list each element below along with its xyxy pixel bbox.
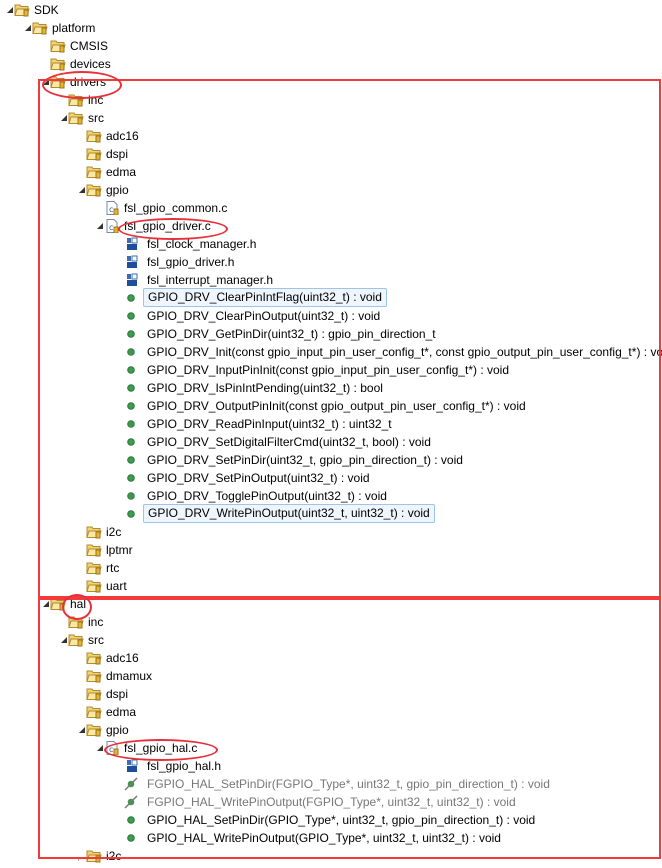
folder-icon (50, 39, 66, 53)
tree-item-label: SDK (34, 3, 59, 17)
tree-item[interactable]: CMSIS (0, 37, 662, 55)
tree-item-label: CMSIS (70, 39, 109, 53)
annotation-oval-hal (62, 594, 92, 620)
annotation-box-hal (38, 598, 661, 859)
tree-item[interactable]: devices (0, 55, 662, 73)
folder-icon (50, 57, 66, 71)
annotation-box-drivers (38, 79, 661, 598)
folder-icon (32, 21, 48, 35)
annotation-oval-fsl-gpio-driver (118, 218, 228, 240)
tree-item-label: platform (52, 21, 96, 35)
folder-icon (14, 3, 30, 17)
tree-item[interactable]: SDK (0, 1, 662, 19)
tree-item[interactable]: platform (0, 19, 662, 37)
annotation-oval-drivers (42, 71, 122, 99)
annotation-oval-fsl-gpio-hal (104, 739, 218, 761)
